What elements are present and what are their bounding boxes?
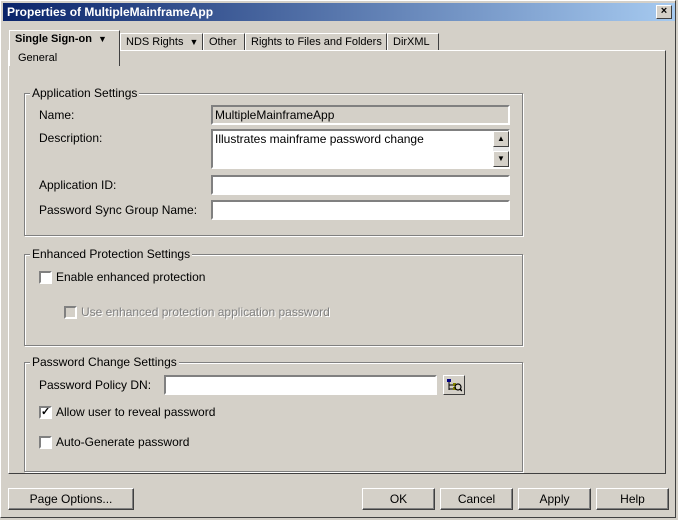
checkmark-icon: ✓ xyxy=(41,406,51,418)
reveal-password-checkbox[interactable]: ✓ xyxy=(39,406,52,419)
group-title: Enhanced Protection Settings xyxy=(30,247,193,261)
chevron-down-icon[interactable]: ▼ xyxy=(98,34,107,44)
auto-generate-label: Auto-Generate password xyxy=(56,435,190,449)
tab-rights-to-files[interactable]: Rights to Files and Folders xyxy=(245,33,387,50)
description-scrollbar[interactable]: ▲ ▼ xyxy=(493,131,509,167)
tab-label: Single Sign-on xyxy=(15,33,92,45)
tab-nds-rights[interactable]: NDS Rights ▼ xyxy=(120,33,203,50)
application-id-label: Application ID: xyxy=(39,178,117,192)
close-icon[interactable]: × xyxy=(656,5,672,19)
title-bar[interactable]: Properties of MultipleMainframeApp × xyxy=(3,3,675,21)
enhanced-protection-group: Enhanced Protection Settings xyxy=(24,247,523,346)
ok-button[interactable]: OK xyxy=(362,488,435,510)
page-options-button[interactable]: Page Options... xyxy=(8,488,134,510)
enable-enhanced-label: Enable enhanced protection xyxy=(56,270,206,284)
apply-button[interactable]: Apply xyxy=(518,488,591,510)
tab-label: Rights to Files and Folders xyxy=(251,36,382,48)
group-title: Password Change Settings xyxy=(30,355,179,369)
policy-dn-label: Password Policy DN: xyxy=(39,378,152,392)
browse-tree-icon xyxy=(447,379,462,392)
scroll-down-icon[interactable]: ▼ xyxy=(493,151,509,167)
reveal-password-label: Allow user to reveal password xyxy=(56,405,216,419)
use-enhanced-password-checkbox[interactable] xyxy=(64,306,77,319)
group-title: Application Settings xyxy=(30,86,140,100)
tab-label: NDS Rights xyxy=(126,36,184,48)
tab-general[interactable]: General xyxy=(18,52,57,64)
browse-button[interactable] xyxy=(443,375,465,395)
tab-label: DirXML xyxy=(393,36,430,48)
help-button[interactable]: Help xyxy=(596,488,669,510)
description-label: Description: xyxy=(39,131,103,145)
application-id-field[interactable] xyxy=(211,175,510,195)
tab-dirxml[interactable]: DirXML xyxy=(387,33,439,50)
name-label: Name: xyxy=(39,108,75,122)
tab-other[interactable]: Other xyxy=(203,33,245,50)
use-enhanced-password-label: Use enhanced protection application pass… xyxy=(81,305,330,319)
auto-generate-checkbox[interactable] xyxy=(39,436,52,449)
cancel-button[interactable]: Cancel xyxy=(440,488,513,510)
description-field[interactable]: Illustrates mainframe password change xyxy=(211,129,510,169)
name-field[interactable]: MultipleMainframeApp xyxy=(211,105,510,125)
enable-enhanced-checkbox[interactable] xyxy=(39,271,52,284)
window-title: Properties of MultipleMainframeApp xyxy=(7,5,214,19)
sync-group-field[interactable] xyxy=(211,200,510,220)
tab-label: Other xyxy=(209,36,237,48)
sync-group-label: Password Sync Group Name: xyxy=(39,203,198,217)
scroll-up-icon[interactable]: ▲ xyxy=(493,131,509,147)
policy-dn-field[interactable] xyxy=(164,375,437,395)
chevron-down-icon[interactable]: ▼ xyxy=(189,37,198,47)
